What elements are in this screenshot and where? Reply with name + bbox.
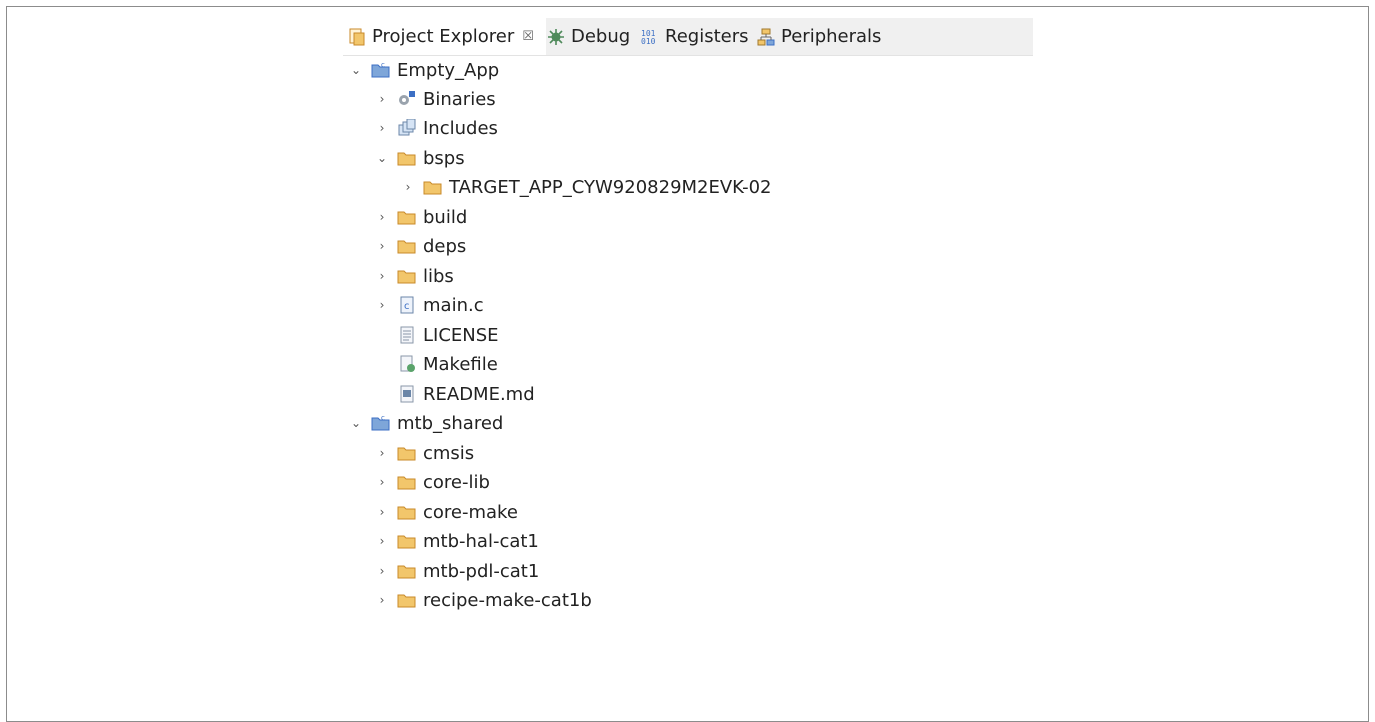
chevron-right-icon[interactable]: › [375, 446, 389, 460]
peripherals-icon [757, 28, 775, 46]
tree-item-mtb-pdl-cat1[interactable]: › mtb-pdl-cat1 [375, 557, 540, 585]
tree-item-core-make[interactable]: › core-make [375, 498, 518, 526]
tree-item-label: core-lib [423, 471, 490, 493]
chevron-down-icon[interactable]: ⌄ [349, 63, 363, 77]
tree-item-libs[interactable]: › libs [375, 262, 454, 290]
tree-item-label: mtb-hal-cat1 [423, 530, 539, 552]
chevron-right-icon[interactable]: › [375, 121, 389, 135]
tab-label: Registers [665, 26, 749, 47]
chevron-down-icon[interactable]: ⌄ [349, 416, 363, 430]
svg-text:c: c [404, 301, 410, 312]
tree-item-readme[interactable]: README.md [375, 380, 535, 408]
tree-item-label: mtb_shared [397, 412, 504, 434]
tree-item-mtb-hal-cat1[interactable]: › mtb-hal-cat1 [375, 527, 539, 555]
chevron-right-icon[interactable]: › [375, 239, 389, 253]
includes-icon [397, 119, 417, 137]
folder-icon [397, 149, 417, 167]
registers-icon: 101 010 [641, 28, 659, 46]
chevron-right-icon[interactable]: › [375, 564, 389, 578]
project-folder-icon: c [371, 414, 391, 432]
folder-icon [397, 562, 417, 580]
tree-item-label: Binaries [423, 88, 496, 110]
project-explorer-icon [348, 28, 366, 46]
view-tab-bar: Project Explorer ☒ Debug 101 010 Register… [343, 18, 1033, 56]
folder-icon [397, 591, 417, 609]
tree-item-makefile[interactable]: Makefile [375, 350, 498, 378]
tree-item-label: bsps [423, 147, 465, 169]
tree-item-binaries[interactable]: › Binaries [375, 85, 496, 113]
makefile-icon [397, 355, 417, 373]
close-icon[interactable]: ☒ [522, 29, 534, 44]
tree-item-label: Empty_App [397, 59, 500, 81]
tree-item-target-app[interactable]: › TARGET_APP_CYW920829M2EVK-02 [401, 173, 772, 201]
debug-bug-icon [547, 28, 565, 46]
tree-item-label: LICENSE [423, 324, 499, 346]
tree-item-label: TARGET_APP_CYW920829M2EVK-02 [449, 176, 772, 198]
svg-text:c: c [381, 61, 385, 69]
folder-icon [397, 444, 417, 462]
chevron-right-icon[interactable]: › [375, 505, 389, 519]
tab-label: Peripherals [781, 26, 882, 47]
folder-icon [397, 267, 417, 285]
folder-icon [423, 178, 443, 196]
chevron-right-icon[interactable]: › [375, 92, 389, 106]
tree-item-label: deps [423, 235, 467, 257]
tree-item-build[interactable]: › build [375, 203, 468, 231]
folder-icon [397, 473, 417, 491]
svg-text:010: 010 [641, 37, 656, 46]
tab-label: Debug [571, 26, 631, 47]
chevron-right-icon[interactable]: › [375, 269, 389, 283]
tree-item-cmsis[interactable]: › cmsis [375, 439, 475, 467]
chevron-down-icon[interactable]: ⌄ [375, 151, 389, 165]
tree-item-label: cmsis [423, 442, 475, 464]
tree-item-label: README.md [423, 383, 535, 405]
tree-item-label: build [423, 206, 468, 228]
tree-item-recipe-make-cat1b[interactable]: › recipe-make-cat1b [375, 586, 592, 614]
tree-item-label: main.c [423, 294, 484, 316]
markdown-file-icon [397, 385, 417, 403]
tree-item-deps[interactable]: › deps [375, 232, 467, 260]
tree-item-core-lib[interactable]: › core-lib [375, 468, 490, 496]
c-file-icon: c [397, 296, 417, 314]
tree-item-label: Includes [423, 117, 498, 139]
text-file-icon [397, 326, 417, 344]
tree-item-license[interactable]: LICENSE [375, 321, 499, 349]
folder-icon [397, 503, 417, 521]
chevron-right-icon[interactable]: › [375, 210, 389, 224]
project-folder-icon: c [371, 61, 391, 79]
binaries-icon [397, 90, 417, 108]
tab-registers[interactable]: 101 010 Registers [641, 18, 749, 55]
tree-item-mtb-shared[interactable]: ⌄ c mtb_shared [349, 409, 503, 437]
folder-icon [397, 532, 417, 550]
tree-item-label: recipe-make-cat1b [423, 589, 592, 611]
tree-item-includes[interactable]: › Includes [375, 114, 498, 142]
project-explorer-panel: Project Explorer ☒ Debug 101 010 Register… [343, 18, 1035, 658]
tree-item-label: core-make [423, 501, 518, 523]
tab-peripherals[interactable]: Peripherals [757, 18, 881, 55]
tree-item-label: Makefile [423, 353, 498, 375]
tab-debug[interactable]: Debug [547, 18, 630, 55]
tree-item-bsps[interactable]: ⌄ bsps [375, 144, 465, 172]
tab-project-explorer[interactable]: Project Explorer ☒ [343, 18, 546, 55]
tree-item-empty-app[interactable]: ⌄ c Empty_App [349, 56, 499, 84]
folder-icon [397, 208, 417, 226]
tab-label: Project Explorer [372, 26, 515, 47]
chevron-right-icon[interactable]: › [401, 180, 415, 194]
folder-icon [397, 237, 417, 255]
chevron-right-icon[interactable]: › [375, 593, 389, 607]
chevron-right-icon[interactable]: › [375, 298, 389, 312]
tree-item-main-c[interactable]: › c main.c [375, 291, 484, 319]
svg-text:c: c [381, 414, 385, 422]
chevron-right-icon[interactable]: › [375, 475, 389, 489]
tree-item-label: libs [423, 265, 454, 287]
chevron-right-icon[interactable]: › [375, 534, 389, 548]
tree-item-label: mtb-pdl-cat1 [423, 560, 540, 582]
